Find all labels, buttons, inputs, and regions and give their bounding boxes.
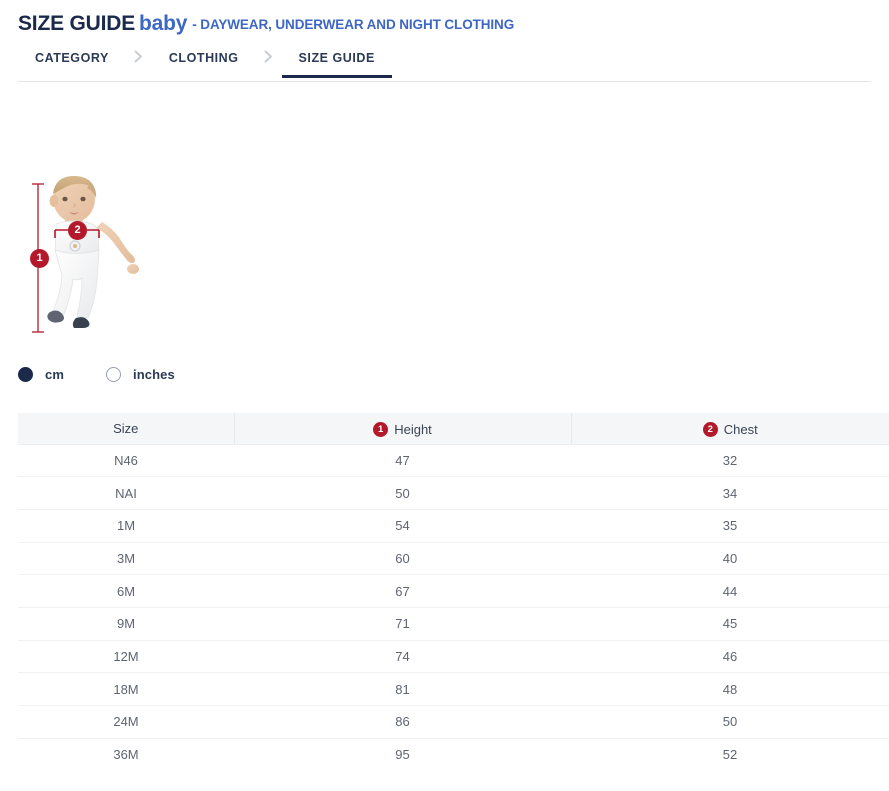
breadcrumb-item-category[interactable]: CATEGORY xyxy=(18,48,126,77)
page-title: SIZE GUIDEbaby - DAYWEAR, UNDERWEAR AND N… xyxy=(18,13,889,34)
cell-chest: 35 xyxy=(571,509,889,542)
cell-chest: 50 xyxy=(571,706,889,739)
breadcrumb-item-size-guide[interactable]: SIZE GUIDE xyxy=(282,48,392,77)
radio-unit-cm[interactable]: cm xyxy=(18,367,64,382)
chevron-right-icon xyxy=(126,48,152,63)
page-title-main: SIZE GUIDE xyxy=(18,12,135,35)
cell-height: 81 xyxy=(234,673,571,706)
chest-marker-badge: 2 xyxy=(68,221,87,240)
cell-size: 1M xyxy=(18,509,234,542)
cell-chest: 52 xyxy=(571,738,889,771)
size-table-head: Size 1 Height 2 Chest xyxy=(18,413,889,444)
height-badge-icon: 1 xyxy=(373,422,388,437)
table-row: 36M 95 52 xyxy=(18,738,889,771)
column-header-height-label: Height xyxy=(394,422,432,437)
radio-inches-label: inches xyxy=(133,367,175,382)
height-marker-badge: 1 xyxy=(30,249,49,268)
cell-height: 50 xyxy=(234,477,571,510)
size-table-body: N46 47 32 NAI 50 34 1M 54 35 3M 60 4 xyxy=(18,444,889,771)
column-header-chest: 2 Chest xyxy=(571,413,889,444)
radio-cm-label: cm xyxy=(45,367,64,382)
radio-cm-indicator[interactable] xyxy=(18,367,33,382)
page-title-category: baby xyxy=(139,12,187,35)
cell-chest: 34 xyxy=(571,477,889,510)
table-row: 1M 54 35 xyxy=(18,509,889,542)
size-table-container: Size 1 Height 2 Chest xyxy=(18,413,889,771)
cell-chest: 45 xyxy=(571,607,889,640)
cell-height: 86 xyxy=(234,706,571,739)
cell-chest: 46 xyxy=(571,640,889,673)
cell-size: 9M xyxy=(18,607,234,640)
breadcrumb: CATEGORY CLOTHING SIZE GUIDE xyxy=(0,48,889,82)
cell-size: 36M xyxy=(18,738,234,771)
measurement-figure: 1 2 xyxy=(18,172,188,347)
size-table: Size 1 Height 2 Chest xyxy=(18,413,889,771)
cell-size: 24M xyxy=(18,706,234,739)
radio-unit-inches[interactable]: inches xyxy=(106,367,175,382)
cell-height: 74 xyxy=(234,640,571,673)
cell-size: 3M xyxy=(18,542,234,575)
cell-height: 47 xyxy=(234,444,571,477)
table-row: 9M 71 45 xyxy=(18,607,889,640)
cell-height: 60 xyxy=(234,542,571,575)
page-title-description: - DAYWEAR, UNDERWEAR AND NIGHT CLOTHING xyxy=(192,17,514,32)
table-row: 24M 86 50 xyxy=(18,706,889,739)
table-row: NAI 50 34 xyxy=(18,477,889,510)
table-row: 3M 60 40 xyxy=(18,542,889,575)
unit-selector: cm inches xyxy=(18,363,889,385)
breadcrumb-item-clothing[interactable]: CLOTHING xyxy=(152,48,256,77)
cell-chest: 44 xyxy=(571,575,889,608)
cell-size: N46 xyxy=(18,444,234,477)
size-guide-page: SIZE GUIDEbaby- DAYWEAR, UNDERWEAR AND N… xyxy=(0,0,889,791)
chest-badge-icon: 2 xyxy=(703,422,718,437)
page-header: SIZE GUIDEbaby - DAYWEAR, UNDERWEAR AND N… xyxy=(0,0,889,34)
column-header-chest-label: Chest xyxy=(724,422,758,437)
cell-height: 67 xyxy=(234,575,571,608)
table-row: 18M 81 48 xyxy=(18,673,889,706)
cell-height: 95 xyxy=(234,738,571,771)
column-header-height: 1 Height xyxy=(234,413,571,444)
column-header-size-label: Size xyxy=(113,421,138,436)
cell-size: 6M xyxy=(18,575,234,608)
cell-height: 54 xyxy=(234,509,571,542)
cell-size: NAI xyxy=(18,477,234,510)
cell-height: 71 xyxy=(234,607,571,640)
table-header-row: Size 1 Height 2 Chest xyxy=(18,413,889,444)
table-row: 6M 67 44 xyxy=(18,575,889,608)
column-header-size: Size xyxy=(18,413,234,444)
radio-inches-indicator[interactable] xyxy=(106,367,121,382)
table-row: 12M 74 46 xyxy=(18,640,889,673)
cell-chest: 32 xyxy=(571,444,889,477)
cell-size: 18M xyxy=(18,673,234,706)
cell-chest: 48 xyxy=(571,673,889,706)
cell-chest: 40 xyxy=(571,542,889,575)
chevron-right-icon xyxy=(256,48,282,63)
table-row: N46 47 32 xyxy=(18,444,889,477)
cell-size: 12M xyxy=(18,640,234,673)
